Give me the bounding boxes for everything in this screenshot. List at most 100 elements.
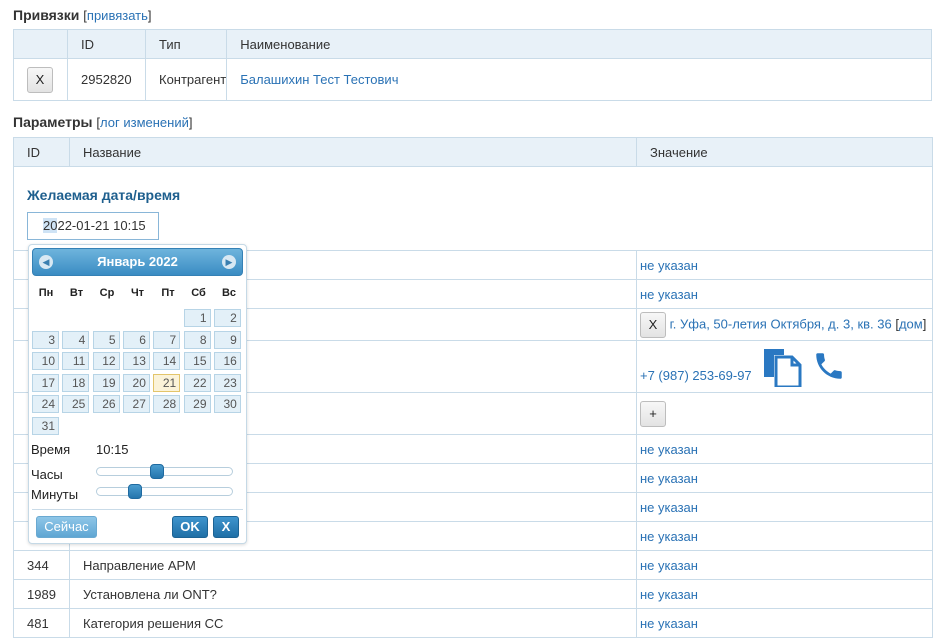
calendar-day-19[interactable]: 19 (92, 373, 120, 392)
calendar-day-18[interactable]: 18 (62, 373, 90, 392)
address-cell: X г. Уфа, 50-летия Октября, д. 3, кв. 36… (636, 308, 933, 341)
copy-icon[interactable] (762, 347, 802, 387)
address-link[interactable]: г. Уфа, 50-летия Октября, д. 3, кв. 36 (670, 316, 892, 331)
calendar-day-13[interactable]: 13 (122, 352, 150, 371)
param-id: 481 (13, 608, 70, 638)
param-value-cell: не указан (636, 434, 933, 464)
calendar-day-1[interactable]: 1 (183, 309, 211, 327)
binding-id: 2952820 (67, 58, 146, 101)
close-button[interactable]: X (213, 516, 239, 538)
calendar-day-27[interactable]: 27 (122, 395, 150, 414)
bindings-title: Привязки [привязать] (13, 7, 152, 23)
address-tag-link[interactable]: дом (899, 316, 923, 331)
calendar-day-3[interactable]: 3 (32, 330, 59, 349)
remove-binding-button[interactable]: X (27, 66, 53, 93)
bindings-action-cell: X (13, 58, 68, 101)
param-value-link[interactable]: не указан (640, 287, 698, 302)
table-row: 1989 Установлена ли ONT? не указан (13, 579, 933, 609)
datepicker-header: ◀ Январь 2022 ▶ (32, 248, 243, 276)
calendar-day-11[interactable]: 11 (62, 352, 90, 371)
param-value-link[interactable]: не указан (640, 442, 698, 457)
calendar-day-6[interactable]: 6 (122, 330, 150, 349)
phone-icon[interactable] (812, 349, 846, 383)
calendar-day-29[interactable]: 29 (183, 395, 211, 414)
calendar-day-20[interactable]: 20 (122, 373, 150, 392)
param-value-link[interactable]: не указан (640, 500, 698, 515)
bindings-header-action (13, 29, 68, 59)
weekday-header: Чт (130, 287, 145, 299)
table-row: X 2952820 Контрагент Балашихин Тест Тест… (13, 58, 932, 101)
chevron-right-icon[interactable]: ▶ (222, 255, 236, 269)
date-input-selection: 20 (43, 218, 58, 233)
calendar-day-22[interactable]: 22 (183, 373, 211, 392)
param-name: Категория решения СС (69, 608, 637, 638)
minutes-label: Минуты (31, 487, 79, 502)
binding-name-link[interactable]: Балашихин Тест Тестович (240, 72, 398, 87)
param-value-cell: не указан (636, 550, 933, 580)
change-log-link[interactable]: лог изменений (100, 115, 189, 130)
calendar-day-4[interactable]: 4 (62, 330, 90, 349)
calendar-day-2[interactable]: 2 (213, 309, 241, 327)
time-value: 10:15 (96, 442, 129, 457)
calendar-day-30[interactable]: 30 (213, 395, 241, 414)
table-row: 481 Категория решения СС не указан (13, 608, 933, 638)
param-value-cell: + (636, 392, 933, 435)
datepicker-month: Январь 2022 (97, 254, 178, 269)
param-id: 1989 (13, 579, 70, 609)
bind-link[interactable]: привязать (87, 8, 148, 23)
ok-button[interactable]: OK (172, 516, 208, 538)
calendar-day-14[interactable]: 14 (153, 352, 181, 371)
calendar-day-28[interactable]: 28 (153, 395, 181, 414)
bindings-header-name: Наименование (226, 29, 932, 59)
calendar-day-24[interactable]: 24 (32, 395, 59, 414)
calendar-day-10[interactable]: 10 (32, 352, 59, 371)
calendar-day-21[interactable]: 21 (153, 373, 181, 392)
datepicker-divider (32, 509, 243, 510)
binding-name-cell: Балашихин Тест Тестович (226, 58, 932, 101)
datepicker-popup: ◀ Январь 2022 ▶ Пн Вт Ср Чт Пт Сб Вс 123456789… (28, 244, 247, 544)
calendar-day-7[interactable]: 7 (153, 330, 181, 349)
calendar-day-16[interactable]: 16 (213, 352, 241, 371)
param-name: Направление АРМ (69, 550, 637, 580)
params-header-value: Значение (636, 137, 933, 167)
calendar-day-23[interactable]: 23 (213, 373, 241, 392)
param-value-cell: не указан (636, 608, 933, 638)
calendar-day-5[interactable]: 5 (92, 330, 120, 349)
calendar-day-31[interactable]: 31 (32, 417, 59, 435)
bindings-header-id: ID (67, 29, 146, 59)
calendar-day-15[interactable]: 15 (183, 352, 211, 371)
bindings-table: ID Тип Наименование X 2952820 Контрагент… (13, 29, 932, 101)
hours-slider[interactable] (96, 464, 233, 479)
hours-slider-handle[interactable] (150, 464, 164, 479)
weekday-header: Пн (38, 287, 54, 299)
params-header-name: Название (69, 137, 637, 167)
chevron-left-icon[interactable]: ◀ (39, 255, 53, 269)
calendar-day-17[interactable]: 17 (32, 373, 59, 392)
phone-link[interactable]: +7 (987) 253-69-97 (640, 368, 752, 383)
calendar-day-12[interactable]: 12 (92, 352, 120, 371)
minutes-slider-handle[interactable] (128, 484, 142, 499)
table-row: 344 Направление АРМ не указан (13, 550, 933, 580)
calendar-day-8[interactable]: 8 (183, 330, 211, 349)
param-value-link[interactable]: не указан (640, 558, 698, 573)
param-value-link[interactable]: не указан (640, 587, 698, 602)
weekday-header: Ср (99, 287, 115, 299)
param-value-link[interactable]: не указан (640, 616, 698, 631)
calendar-day-25[interactable]: 25 (62, 395, 90, 414)
calendar-day-9[interactable]: 9 (213, 330, 241, 349)
minutes-slider[interactable] (96, 484, 233, 499)
params-header-id: ID (13, 137, 70, 167)
time-label: Время (31, 442, 71, 457)
remove-address-button[interactable]: X (640, 311, 666, 338)
param-name: Установлена ли ONT? (69, 579, 637, 609)
param-value-cell: не указан (636, 579, 933, 609)
calendar-day-26[interactable]: 26 (92, 395, 120, 414)
date-time-input[interactable]: 2022-01-21 10:15 (27, 212, 159, 240)
param-value-link[interactable]: не указан (640, 258, 698, 273)
add-param-button[interactable]: + (640, 400, 666, 427)
now-button[interactable]: Сейчас (36, 516, 97, 538)
param-value-link[interactable]: не указан (640, 471, 698, 486)
binding-type: Контрагент (144, 58, 228, 101)
param-value-link[interactable]: не указан (640, 529, 698, 544)
param-id: 344 (13, 550, 70, 580)
